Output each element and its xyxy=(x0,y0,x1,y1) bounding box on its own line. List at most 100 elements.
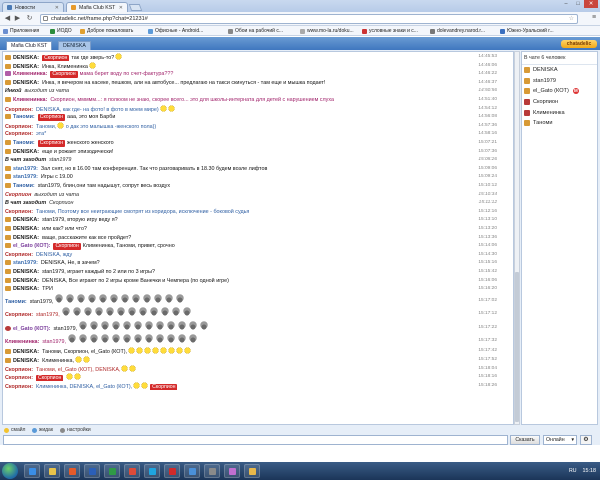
message-author[interactable]: Таноми: xyxy=(13,140,35,146)
message-author[interactable]: DENISKA: xyxy=(13,286,39,292)
message-author[interactable]: DENISKA: xyxy=(13,64,39,70)
message-author[interactable]: stan1979: xyxy=(13,260,38,266)
site-tab-mafia[interactable]: Mafia Club KST xyxy=(6,41,53,50)
message-author[interactable]: Скорпион: xyxy=(5,124,33,130)
message-author[interactable]: Скорпион: xyxy=(5,367,33,373)
close-window-button[interactable]: ✕ xyxy=(584,0,598,8)
browser-tab-mafia[interactable]: Mafia Club KST ✕ xyxy=(66,2,128,12)
user-item[interactable]: Таноми xyxy=(522,118,597,129)
forward-arrow-icon[interactable]: ▶ xyxy=(13,14,22,23)
message-author[interactable]: Скорпион: xyxy=(5,252,33,258)
reload-icon[interactable]: ↻ xyxy=(25,14,34,23)
gear-icon[interactable]: ⚙ xyxy=(580,435,592,445)
taskbar-chrome-icon[interactable] xyxy=(124,464,140,478)
taskbar-folder-icon[interactable] xyxy=(244,464,260,478)
message-author[interactable]: Клименинка: xyxy=(13,71,47,77)
message-author[interactable]: el_Gato (КОТ): xyxy=(13,326,50,332)
bookmark-wallpapers[interactable]: Обои на рабочий с... xyxy=(228,27,283,35)
message-author[interactable]: Скорпион: xyxy=(5,384,33,390)
taskbar-excel-icon[interactable] xyxy=(104,464,120,478)
maximize-button[interactable]: □ xyxy=(572,0,584,8)
user-item[interactable]: Клименинка xyxy=(522,107,597,118)
user-item[interactable]: el_Gato (КОТ) M xyxy=(522,86,597,97)
taskbar-mail-icon[interactable] xyxy=(184,464,200,478)
bookmark-south-ural[interactable]: Южно-Уральский г... xyxy=(500,27,554,35)
user-item[interactable]: Скорпион xyxy=(522,97,597,108)
recipient-tag[interactable]: Скорпион xyxy=(36,375,64,382)
taskbar-ie-icon[interactable] xyxy=(24,464,40,478)
message-author[interactable]: DENISKA: xyxy=(13,217,39,223)
message-author[interactable]: DENISKA: xyxy=(13,358,39,364)
chat-scrollbar[interactable] xyxy=(514,51,520,425)
bookmark-welcome[interactable]: Доброе пожаловать xyxy=(80,27,133,35)
bookmark-office[interactable]: Офисные - Android... xyxy=(148,27,203,35)
site-tab-deniska[interactable]: DENISKA xyxy=(58,41,91,50)
system-tray: RU 15:18 xyxy=(569,462,596,480)
recipient-tag[interactable]: Скорпион xyxy=(50,71,78,79)
close-tab-icon[interactable]: ✕ xyxy=(119,5,123,11)
recipient-tag[interactable]: Скорпион xyxy=(37,140,66,147)
message-author[interactable]: DENISKA: xyxy=(13,278,39,284)
bookmark-apps[interactable]: Приложения xyxy=(3,27,39,35)
message-author[interactable]: DENISKA: xyxy=(13,269,39,275)
message-author[interactable]: DENISKA: xyxy=(13,80,39,86)
scrollbar-thumb[interactable] xyxy=(515,272,519,422)
user-item[interactable]: stan1979 xyxy=(522,76,597,87)
taskbar-skype-icon[interactable] xyxy=(144,464,160,478)
message-author[interactable]: Скорпион: xyxy=(5,131,33,137)
recipient-tag[interactable]: Скорпион xyxy=(42,55,70,62)
user-avatar-icon xyxy=(5,226,11,231)
status-button[interactable]: жидак xyxy=(32,426,53,434)
taskbar-calc-icon[interactable] xyxy=(204,464,220,478)
message-author[interactable]: Скорпион: xyxy=(5,375,33,381)
message-author[interactable]: el_Gato (КОТ): xyxy=(13,243,50,249)
message-author[interactable]: DENISKA: xyxy=(13,149,39,155)
message-author[interactable]: Скорпион: xyxy=(5,107,33,113)
settings-button[interactable]: настройки xyxy=(60,426,91,434)
browser-tab-news[interactable]: Новости ✕ xyxy=(2,2,64,12)
message-author[interactable]: Скорпион: xyxy=(5,209,33,215)
message-author[interactable]: Таноми: xyxy=(5,299,27,305)
minimize-button[interactable]: – xyxy=(560,0,572,8)
message-author[interactable]: Скорпион: xyxy=(5,312,33,318)
language-indicator[interactable]: RU xyxy=(569,462,577,480)
status-select[interactable]: Онлайн ▼ xyxy=(543,435,577,445)
taskbar-word-icon[interactable] xyxy=(84,464,100,478)
close-tab-icon[interactable]: ✕ xyxy=(55,5,59,11)
message-author[interactable]: DENISKA: xyxy=(13,55,39,61)
bookmark-iodo[interactable]: ИОДО xyxy=(50,27,72,35)
start-button[interactable] xyxy=(2,463,18,479)
message-author[interactable]: stan1979: xyxy=(13,174,38,180)
send-button[interactable]: Сказать xyxy=(510,435,540,445)
wrench-menu-icon[interactable]: ≡ xyxy=(590,14,598,22)
recipient-tag[interactable]: Скорпион xyxy=(37,114,66,122)
taskbar-media-icon[interactable] xyxy=(64,464,80,478)
taskbar-opera-icon[interactable] xyxy=(164,464,180,478)
user-avatar-icon xyxy=(5,234,11,240)
bookmark-symbols[interactable]: условные знаки и с... xyxy=(362,27,418,35)
message-author[interactable]: Таноми: xyxy=(13,114,35,120)
address-bar[interactable]: chatadelic.net/frame.php?chat=21231# ☆ xyxy=(40,14,578,24)
message-author[interactable]: Клименинка: xyxy=(5,339,39,345)
message-text: stan1979, xyxy=(29,298,54,305)
back-arrow-icon[interactable]: ◀ xyxy=(3,14,12,23)
message-author[interactable]: DENISKA: xyxy=(13,226,39,232)
message-timestamp: 15:10:12 xyxy=(478,183,497,188)
taskbar-explorer-icon[interactable] xyxy=(44,464,60,478)
bookmark-mo-la[interactable]: www.mo-la.ru/doku... xyxy=(300,27,354,35)
bookmark-dolevandrey[interactable]: dolevandrey.narod.r... xyxy=(430,27,485,35)
message-input[interactable] xyxy=(3,435,508,445)
smile-button[interactable]: смайл xyxy=(4,426,25,434)
message-author[interactable]: DENISKA: xyxy=(13,349,39,355)
user-item[interactable]: DENISKA xyxy=(522,65,597,76)
taskbar-paint-icon[interactable] xyxy=(224,464,240,478)
bookmark-star-icon[interactable]: ☆ xyxy=(569,15,574,23)
recipient-tag[interactable]: Скорпион xyxy=(53,243,81,251)
new-tab-button[interactable] xyxy=(128,4,143,11)
clock[interactable]: 15:18 xyxy=(583,468,597,475)
message-author[interactable]: DENISKA: xyxy=(13,235,39,241)
message-author[interactable]: stan1979: xyxy=(13,166,38,172)
recipient-tag[interactable]: Скорпион xyxy=(150,383,178,391)
message-author[interactable]: Таноми: xyxy=(13,183,35,189)
message-author[interactable]: Клименинка: xyxy=(13,97,47,103)
